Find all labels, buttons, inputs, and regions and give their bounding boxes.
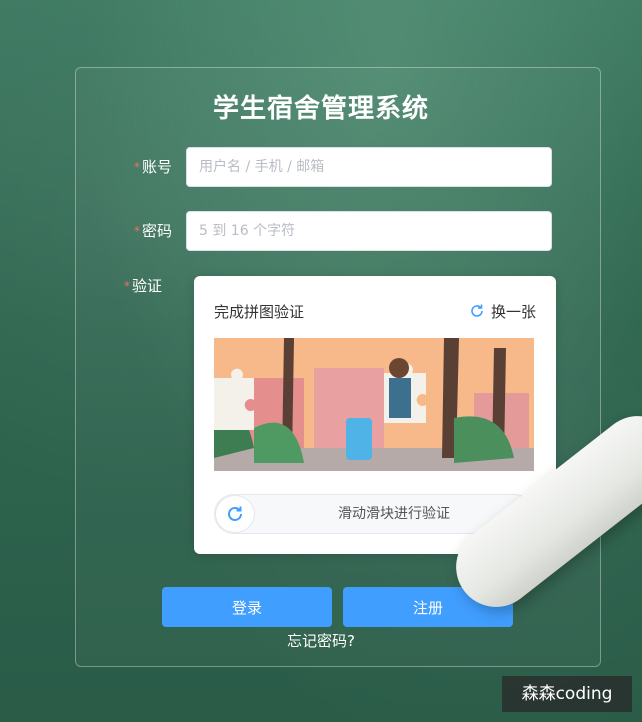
puzzle-illustration [214,338,534,471]
account-label-text: 账号 [142,158,173,176]
password-input[interactable] [186,211,552,251]
refresh-captcha-button[interactable]: 换一张 [469,301,536,322]
password-label-text: 密码 [142,222,173,240]
slider-knob[interactable] [215,495,255,533]
captcha-title: 完成拼图验证 [214,302,305,321]
required-mark: * [124,279,130,293]
refresh-label: 换一张 [490,302,536,321]
password-label: * 密码 [134,221,172,241]
captcha-header: 完成拼图验证 换一张 [214,300,536,322]
page-title: 学生宿舍管理系统 [212,94,429,124]
forgot-password-link[interactable]: 忘记密码? [0,630,642,651]
puzzle-image [214,338,534,471]
refresh-icon [471,304,483,317]
required-mark: * [134,224,140,238]
login-button[interactable]: 登录 [162,587,332,627]
account-input[interactable] [186,147,552,187]
account-label: * 账号 [134,157,172,177]
required-mark: * [134,160,140,174]
slider-refresh-icon [228,506,242,521]
verify-label: * 验证 [124,276,162,296]
verify-label-text: 验证 [132,277,163,295]
watermark: 森森coding [502,676,632,712]
